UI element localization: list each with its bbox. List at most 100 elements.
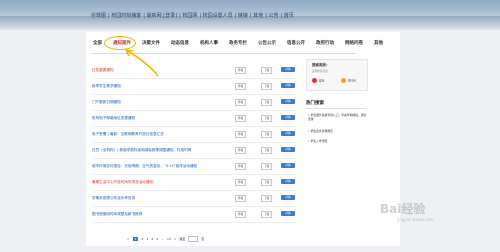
article-title-link[interactable]: 社员（全机构）| 新版学费标准和减免政策调整通知，作息时间 <box>92 148 191 153</box>
top-nav-item[interactable]: 伦敦图 <box>91 13 106 19</box>
hot-item[interactable]: • 学生服务系统查询入口，查看学期成绩、课表安排 <box>308 113 368 121</box>
row-divider <box>92 93 297 94</box>
pager-page[interactable]: 5 <box>156 237 158 241</box>
pager-prev[interactable]: < <box>127 237 130 241</box>
view-button[interactable]: 查看 <box>235 147 247 154</box>
download-button[interactable]: 下载 <box>261 99 273 106</box>
list-item: 电子签署 | 最新：互联网教育开放日信息汇总 查看 下载 详情 <box>92 128 297 143</box>
pager-page[interactable]: 2 <box>141 237 143 241</box>
tab-announcements[interactable]: 公告公示 <box>258 40 276 46</box>
top-nav-item[interactable]: | 校园设置人员 <box>199 13 232 19</box>
list-item: 社员（全机构）| 新版学费标准和减免政策调整通知，作息时间 查看 下载 详情 <box>92 144 297 159</box>
view-button[interactable]: 查看 <box>235 211 247 218</box>
tab-news[interactable]: 动态信息 <box>171 40 189 46</box>
top-nav-item[interactable]: | 校园网 <box>179 13 197 19</box>
pager-ellipsis: ... <box>161 237 164 241</box>
top-nav-item[interactable]: | 最新网 [登录] <box>143 13 177 19</box>
article-title-link[interactable]: 学期末成绩公布及补考安排 <box>92 196 135 201</box>
list-item: 暑期生活中心开放时间安排及活动通知 查看 下载 详情 <box>92 176 297 191</box>
detail-button[interactable]: 详情 <box>281 211 295 216</box>
article-title-link[interactable]: 图书馆借阅时间调整及新书推荐 <box>92 212 142 217</box>
detail-button[interactable]: 详情 <box>281 67 295 72</box>
top-nav-item[interactable]: | 公告 <box>265 13 278 19</box>
tab-columns[interactable]: 政务专栏 <box>229 40 247 46</box>
tab-decision-docs[interactable]: 决策文件 <box>142 40 160 46</box>
hot-item[interactable]: • 学生入学须知 <box>308 139 368 144</box>
pager-page-current[interactable]: 1 <box>132 237 139 241</box>
download-button[interactable]: 下载 <box>261 83 273 90</box>
download-button[interactable]: 下载 <box>261 211 273 218</box>
pagination: <1 2 3 4 5... 13 > 跳至 页 <box>127 236 207 242</box>
pager-page[interactable]: 13 <box>167 237 171 241</box>
detail-button[interactable]: 详情 <box>281 131 295 136</box>
download-button[interactable]: 下载 <box>261 115 273 122</box>
tab-all[interactable]: 全部 <box>93 40 102 46</box>
top-nav: 伦敦图 | 校园时刻播客 | 最新网 [登录] | 校园网 | 校园设置人员 | 链接 | … <box>91 12 296 19</box>
pager-jump-input[interactable] <box>188 236 199 242</box>
search-category-title: 搜索类别： <box>312 63 330 67</box>
row-divider <box>92 221 297 222</box>
view-button[interactable]: 查看 <box>235 163 247 170</box>
top-nav-item[interactable]: | 其他 <box>250 13 263 19</box>
article-title-link[interactable]: 秋季学生教学通知 <box>92 84 121 89</box>
article-title-link[interactable]: 城市环境变化报告：天色晴朗，空气质量优，“3·15”宣传活动通知 <box>92 164 197 169</box>
download-button[interactable]: 下载 <box>261 131 273 138</box>
list-item: 门户更新日期通知 查看 下载 详情 <box>92 96 297 111</box>
tab-disclosure[interactable]: 信息公开 <box>287 40 305 46</box>
list-item: 红色重要通知 查看 下载 详情 <box>92 64 297 79</box>
detail-button[interactable]: 详情 <box>281 163 295 168</box>
tab-survey[interactable]: 网络问卷 <box>345 40 363 46</box>
hot-item[interactable]: • 学生宿舍管理规定 <box>308 129 368 134</box>
detail-button[interactable]: 详情 <box>281 99 295 104</box>
detail-button[interactable]: 详情 <box>281 115 295 120</box>
article-title-link[interactable]: 电子签署 | 最新：互联网教育开放日信息汇总 <box>92 132 164 137</box>
tab-actions[interactable]: 政府行动 <box>316 40 334 46</box>
row-divider <box>92 109 297 110</box>
option-by-time[interactable]: 按时间 <box>341 78 356 83</box>
top-nav-item[interactable]: | 首页 <box>280 13 293 19</box>
download-button[interactable]: 下载 <box>261 147 273 154</box>
pager-page[interactable]: 3 <box>146 237 148 241</box>
top-nav-item[interactable]: | 校园时刻播客 <box>108 13 141 19</box>
row-divider <box>92 125 297 126</box>
article-title-link[interactable]: 红色重要通知 <box>92 68 114 73</box>
pager-page-unit: 页 <box>201 237 205 241</box>
row-divider <box>92 189 297 190</box>
list-item: 城市环境变化报告：天色晴朗，空气质量优，“3·15”宣传活动通知 查看 下载 详情 <box>92 160 297 175</box>
row-divider <box>92 173 297 174</box>
detail-button[interactable]: 详情 <box>281 83 295 88</box>
list-item: 秋季学生教学通知 查看 下载 详情 <box>92 80 297 95</box>
top-nav-item[interactable]: | 链接 <box>235 13 248 19</box>
pager-page[interactable]: 4 <box>151 237 153 241</box>
row-divider <box>92 77 297 78</box>
option-latest[interactable]: 最新 <box>312 78 324 83</box>
red-dot-icon <box>312 78 317 83</box>
view-button[interactable]: 查看 <box>235 195 247 202</box>
view-button[interactable]: 查看 <box>235 83 247 90</box>
article-title-link[interactable]: 门户更新日期通知 <box>92 100 121 105</box>
download-button[interactable]: 下载 <box>261 163 273 170</box>
list-item: 机构电子邮箱地址变更通知 查看 下载 详情 <box>92 112 297 127</box>
list-item: 图书馆借阅时间调整及新书推荐 查看 下载 详情 <box>92 208 297 223</box>
pager-jump-label: 跳至 <box>179 237 186 241</box>
view-button[interactable]: 查看 <box>235 131 247 138</box>
article-title-link[interactable]: 机构电子邮箱地址变更通知 <box>92 116 135 121</box>
view-button[interactable]: 查看 <box>235 115 247 122</box>
article-title-link[interactable]: 暑期生活中心开放时间安排及活动通知 <box>92 180 153 185</box>
view-button[interactable]: 查看 <box>235 99 247 106</box>
tab-other[interactable]: 其他 <box>374 40 383 46</box>
detail-button[interactable]: 详情 <box>281 179 295 184</box>
hot-divider <box>306 108 366 109</box>
row-divider <box>92 141 297 142</box>
pager-next[interactable]: > <box>174 237 177 241</box>
tab-personnel[interactable]: 机构人事 <box>200 40 218 46</box>
view-button[interactable]: 查看 <box>235 179 247 186</box>
detail-button[interactable]: 详情 <box>281 147 295 152</box>
download-button[interactable]: 下载 <box>261 67 273 74</box>
view-button[interactable]: 查看 <box>235 67 247 74</box>
row-divider <box>92 157 297 158</box>
download-button[interactable]: 下载 <box>261 179 273 186</box>
detail-button[interactable]: 详情 <box>281 195 295 200</box>
row-divider <box>92 205 297 206</box>
download-button[interactable]: 下载 <box>261 195 273 202</box>
